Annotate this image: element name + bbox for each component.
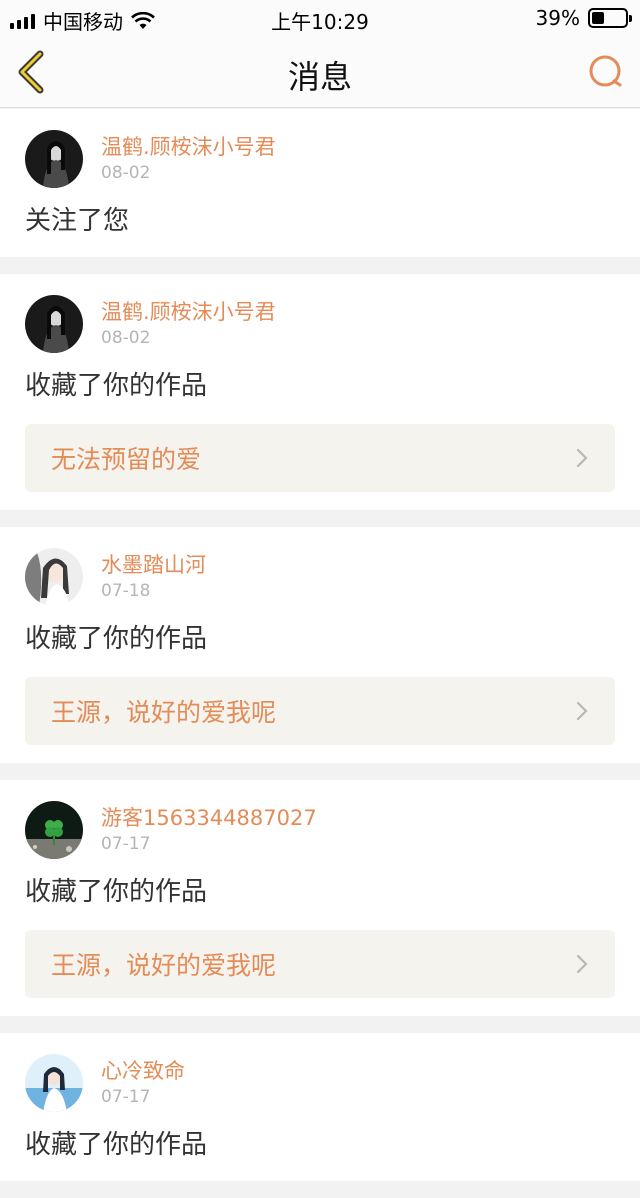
action-text: 收藏了你的作品 — [25, 877, 208, 907]
avatar[interactable] — [25, 295, 83, 353]
action-text: 收藏了你的作品 — [25, 1130, 208, 1160]
blue-portrait-avatar — [25, 1054, 83, 1112]
message-date: 07-17 — [101, 834, 151, 854]
work-title: 王源，说好的爱我呢 — [51, 698, 277, 727]
message-card[interactable]: 游客1563344887027 07-17 收藏了你的作品 王源，说好的爱我呢 — [0, 780, 640, 1016]
message-card[interactable]: 水墨踏山河 07-18 收藏了你的作品 王源，说好的爱我呢 — [0, 527, 640, 763]
chevron-right-icon — [576, 701, 588, 721]
ink-portrait-avatar — [25, 548, 83, 606]
message-card[interactable]: 心冷致命 07-17 收藏了你的作品 — [0, 1033, 640, 1181]
work-link[interactable]: 无法预留的爱 — [25, 424, 615, 492]
username[interactable]: 游客1563344887027 — [101, 804, 317, 832]
battery-percent: 39% — [535, 6, 580, 30]
avatar[interactable] — [25, 801, 83, 859]
message-card[interactable]: 温鹤.顾桉沫小号君 08-02 收藏了你的作品 无法预留的爱 — [0, 274, 640, 510]
work-link[interactable]: 王源，说好的爱我呢 — [25, 677, 615, 745]
action-text: 收藏了你的作品 — [25, 624, 208, 654]
message-list: 温鹤.顾桉沫小号君 08-02 关注了您 温鹤.顾桉沫小号君 08-02 收藏了… — [0, 109, 640, 1198]
message-date: 08-02 — [101, 163, 151, 183]
chevron-right-icon — [576, 448, 588, 468]
action-text: 收藏了你的作品 — [25, 371, 208, 401]
battery-icon — [588, 8, 632, 28]
work-title: 无法预留的爱 — [51, 445, 202, 474]
avatar[interactable] — [25, 548, 83, 606]
page-title: 消息 — [287, 58, 352, 96]
nav-bar: 消息 — [0, 36, 640, 108]
chevron-right-icon — [576, 954, 588, 974]
dark-portrait-avatar — [25, 130, 83, 188]
avatar[interactable] — [25, 130, 83, 188]
username[interactable]: 心冷致命 — [101, 1057, 185, 1085]
dark-portrait-avatar — [25, 295, 83, 353]
status-bar: 中国移动 上午10:29 39% — [0, 0, 640, 36]
username[interactable]: 温鹤.顾桉沫小号君 — [101, 133, 276, 161]
message-date: 07-18 — [101, 581, 151, 601]
clover-avatar — [25, 801, 83, 859]
work-title: 王源，说好的爱我呢 — [51, 951, 277, 980]
search-icon[interactable] — [586, 52, 626, 92]
status-right: 39% — [535, 6, 632, 30]
message-date: 08-02 — [101, 328, 151, 348]
avatar[interactable] — [25, 1054, 83, 1112]
message-date: 07-17 — [101, 1087, 151, 1107]
work-link[interactable]: 王源，说好的爱我呢 — [25, 930, 615, 998]
username[interactable]: 温鹤.顾桉沫小号君 — [101, 298, 276, 326]
username[interactable]: 水墨踏山河 — [101, 551, 206, 579]
message-card[interactable]: 温鹤.顾桉沫小号君 08-02 关注了您 — [0, 109, 640, 257]
action-text: 关注了您 — [25, 206, 130, 236]
